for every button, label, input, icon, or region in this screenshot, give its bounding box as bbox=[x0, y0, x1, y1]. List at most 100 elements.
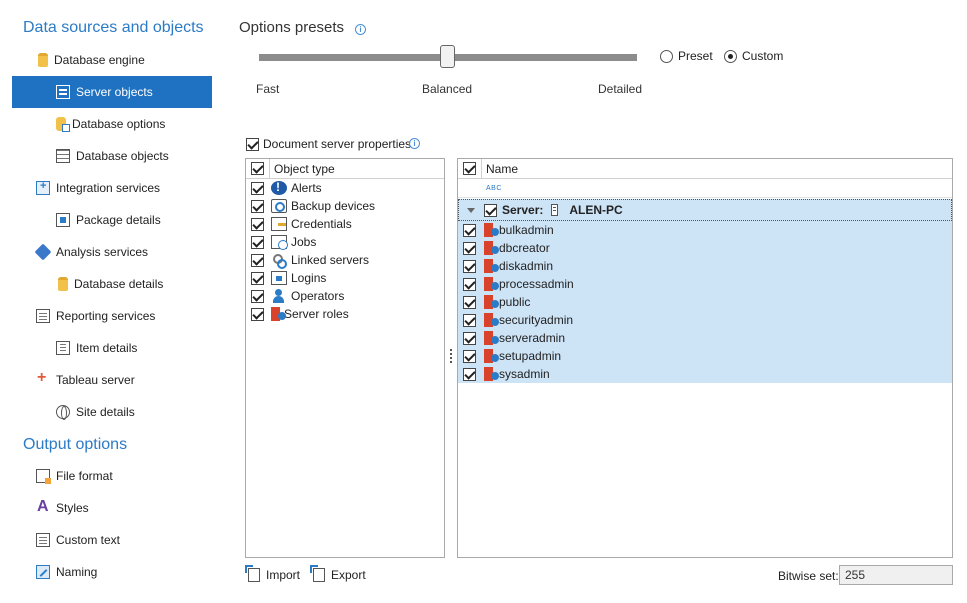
row-label: Operators bbox=[291, 289, 345, 303]
nav-file-format[interactable]: File format bbox=[36, 460, 212, 492]
panel-splitter-handle[interactable] bbox=[450, 349, 452, 363]
server-role-icon bbox=[484, 313, 499, 327]
styles-icon bbox=[36, 498, 50, 516]
export-icon bbox=[310, 565, 325, 582]
row-checkbox[interactable] bbox=[251, 199, 264, 213]
filter-row[interactable]: ABC bbox=[458, 179, 952, 198]
nav-server-objects[interactable]: Server objects bbox=[12, 76, 212, 108]
object-type-row-credentials[interactable]: Credentials bbox=[246, 215, 444, 233]
row-checkbox[interactable] bbox=[463, 241, 476, 255]
nav-styles[interactable]: Styles bbox=[36, 492, 212, 524]
server-roles-icon bbox=[271, 307, 286, 321]
package-icon bbox=[56, 213, 70, 227]
role-row[interactable]: dbcreator bbox=[458, 239, 952, 257]
text-filter-icon[interactable]: ABC bbox=[486, 185, 502, 192]
section-title-data-sources: Data sources and objects bbox=[23, 19, 204, 36]
row-checkbox[interactable] bbox=[463, 259, 476, 273]
role-row[interactable]: bulkadmin bbox=[458, 221, 952, 239]
object-type-row-alerts[interactable]: Alerts bbox=[246, 179, 444, 197]
row-checkbox[interactable] bbox=[463, 223, 476, 237]
role-row[interactable]: securityadmin bbox=[458, 311, 952, 329]
nav-database-objects[interactable]: Database objects bbox=[12, 140, 212, 172]
nav-custom-text[interactable]: Custom text bbox=[36, 524, 212, 556]
nav-tableau-server[interactable]: Tableau server bbox=[36, 364, 212, 396]
row-checkbox[interactable] bbox=[463, 295, 476, 309]
object-type-row-server-roles[interactable]: Server roles bbox=[246, 305, 444, 323]
nav-label: Site details bbox=[76, 405, 135, 419]
row-checkbox[interactable] bbox=[251, 217, 264, 231]
document-server-properties-checkbox[interactable] bbox=[246, 137, 259, 151]
nav-label: Naming bbox=[56, 565, 98, 579]
row-checkbox[interactable] bbox=[251, 289, 264, 303]
role-name: sysadmin bbox=[499, 367, 550, 381]
nav-label: Server objects bbox=[76, 85, 153, 99]
role-row[interactable]: processadmin bbox=[458, 275, 952, 293]
server-group-row[interactable]: Server: ALEN-PC bbox=[458, 199, 952, 221]
server-prefix: Server: bbox=[502, 203, 544, 217]
server-group-checkbox[interactable] bbox=[484, 203, 497, 217]
nav-site-details[interactable]: Site details bbox=[12, 396, 212, 428]
naming-icon bbox=[36, 565, 50, 579]
row-checkbox[interactable] bbox=[251, 271, 264, 285]
role-row[interactable]: sysadmin bbox=[458, 365, 952, 383]
nav-package-details[interactable]: Package details bbox=[12, 204, 212, 236]
radio-custom[interactable]: Custom bbox=[724, 49, 783, 63]
role-name: setupadmin bbox=[499, 349, 562, 363]
credentials-icon bbox=[271, 217, 287, 231]
select-all-object-types-checkbox[interactable] bbox=[251, 162, 264, 175]
row-checkbox[interactable] bbox=[463, 313, 476, 327]
radio-label: Custom bbox=[742, 49, 784, 63]
radio-circle[interactable] bbox=[724, 49, 737, 63]
page-title: Options presets bbox=[239, 19, 345, 36]
row-checkbox[interactable] bbox=[463, 349, 476, 363]
jobs-icon bbox=[271, 235, 288, 250]
nav-database-engine[interactable]: Database engine bbox=[36, 44, 212, 76]
nav-label: Database details bbox=[74, 277, 164, 291]
nav-database-details[interactable]: Database details bbox=[12, 268, 212, 300]
object-type-row-backup-devices[interactable]: Backup devices bbox=[246, 197, 444, 215]
info-icon[interactable]: i bbox=[355, 24, 366, 35]
cube-icon bbox=[34, 243, 52, 261]
object-type-row-logins[interactable]: Logins bbox=[246, 269, 444, 287]
role-row[interactable]: setupadmin bbox=[458, 347, 952, 365]
radio-circle[interactable] bbox=[660, 49, 673, 63]
object-type-list: Object type Alerts Backup devices Creden… bbox=[245, 158, 445, 558]
row-checkbox[interactable] bbox=[251, 253, 264, 267]
row-checkbox[interactable] bbox=[463, 331, 476, 345]
row-checkbox[interactable] bbox=[463, 277, 476, 291]
role-name: serveradmin bbox=[499, 331, 566, 345]
collapse-triangle-icon[interactable] bbox=[467, 207, 475, 213]
object-type-row-operators[interactable]: Operators bbox=[246, 287, 444, 305]
import-button[interactable]: Import bbox=[245, 565, 300, 582]
object-type-row-jobs[interactable]: Jobs bbox=[246, 233, 444, 251]
row-checkbox[interactable] bbox=[251, 307, 264, 321]
document-server-properties[interactable]: Document server properties bbox=[246, 137, 411, 151]
object-type-row-linked-servers[interactable]: Linked servers bbox=[246, 251, 444, 269]
row-checkbox[interactable] bbox=[251, 181, 264, 195]
nav-integration-services[interactable]: Integration services bbox=[36, 172, 212, 204]
document-icon bbox=[56, 341, 70, 355]
integration-icon bbox=[36, 180, 50, 195]
role-row[interactable]: public bbox=[458, 293, 952, 311]
preset-slider-thumb[interactable] bbox=[440, 45, 455, 68]
nav-naming[interactable]: Naming bbox=[36, 556, 212, 588]
radio-preset[interactable]: Preset bbox=[660, 49, 713, 63]
role-row[interactable]: serveradmin bbox=[458, 329, 952, 347]
nav-label: Reporting services bbox=[56, 309, 156, 323]
info-icon[interactable]: i bbox=[409, 138, 420, 149]
nav-label: Custom text bbox=[56, 533, 121, 547]
nav-reporting-services[interactable]: Reporting services bbox=[36, 300, 212, 332]
select-all-names-checkbox[interactable] bbox=[463, 162, 476, 175]
database-icon bbox=[38, 53, 48, 67]
server-role-icon bbox=[484, 259, 499, 273]
nav-analysis-services[interactable]: Analysis services bbox=[34, 236, 212, 268]
nav-label: Database options bbox=[72, 117, 166, 131]
role-name: bulkadmin bbox=[499, 223, 554, 237]
row-checkbox[interactable] bbox=[251, 235, 264, 249]
role-row[interactable]: diskadmin bbox=[458, 257, 952, 275]
report-icon bbox=[36, 309, 50, 323]
export-button[interactable]: Export bbox=[310, 565, 366, 582]
nav-item-details[interactable]: Item details bbox=[12, 332, 212, 364]
row-checkbox[interactable] bbox=[463, 367, 476, 381]
nav-database-options[interactable]: Database options bbox=[12, 108, 212, 140]
